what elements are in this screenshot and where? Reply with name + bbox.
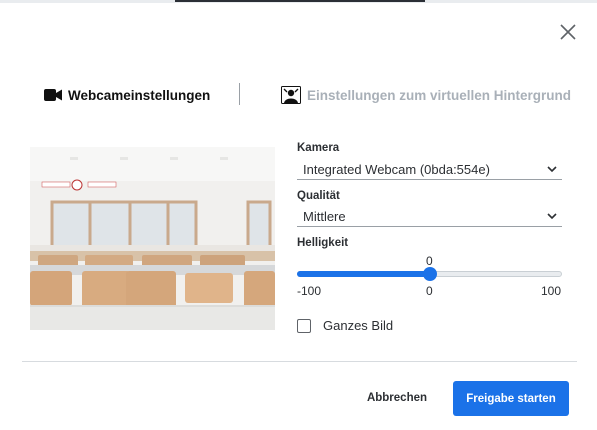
full-image-label: Ganzes Bild [323, 318, 394, 333]
camera-value: Integrated Webcam (0bda:554e) [303, 162, 490, 177]
chevron-down-icon [546, 210, 558, 225]
full-image-checkbox[interactable] [297, 318, 311, 333]
full-image-option[interactable]: Ganzes Bild [297, 318, 393, 333]
quality-select[interactable]: Mittlere [297, 207, 562, 227]
close-button[interactable] [558, 22, 578, 42]
slider-thumb[interactable] [423, 267, 437, 281]
close-icon [560, 24, 576, 40]
quality-label: Qualität [297, 190, 340, 202]
top-bar-accent [175, 0, 425, 2]
tab-webcam-label: Webcameinstellungen [68, 87, 211, 103]
slider-fill [297, 271, 430, 277]
tab-bar: Webcameinstellungen Einstellungen zum vi… [0, 80, 597, 110]
brightness-value: 0 [426, 284, 433, 298]
start-sharing-button[interactable]: Freigabe starten [453, 381, 569, 416]
footer-divider [22, 361, 577, 362]
brightness-min: -100 [297, 284, 322, 298]
webcam-icon [44, 88, 62, 102]
brightness-current-value: 0 [426, 254, 433, 268]
tab-virtual-background-label: Einstellungen zum virtuellen Hintergrund [307, 87, 572, 103]
tab-virtual-background[interactable]: Einstellungen zum virtuellen Hintergrund [281, 80, 571, 110]
webcam-preview [30, 147, 275, 330]
tab-webcam-settings[interactable]: Webcameinstellungen [44, 80, 210, 110]
brightness-label: Helligkeit [297, 237, 349, 249]
brightness-max: 100 [540, 284, 561, 298]
virtual-background-icon [281, 86, 301, 104]
camera-select[interactable]: Integrated Webcam (0bda:554e) [297, 160, 562, 180]
camera-label: Kamera [297, 142, 340, 154]
tab-divider [239, 83, 240, 105]
brightness-slider[interactable]: 0 -100 0 100 [297, 254, 563, 298]
cancel-button[interactable]: Abbrechen [357, 382, 437, 414]
chevron-down-icon [546, 163, 558, 178]
quality-value: Mittlere [303, 209, 346, 224]
